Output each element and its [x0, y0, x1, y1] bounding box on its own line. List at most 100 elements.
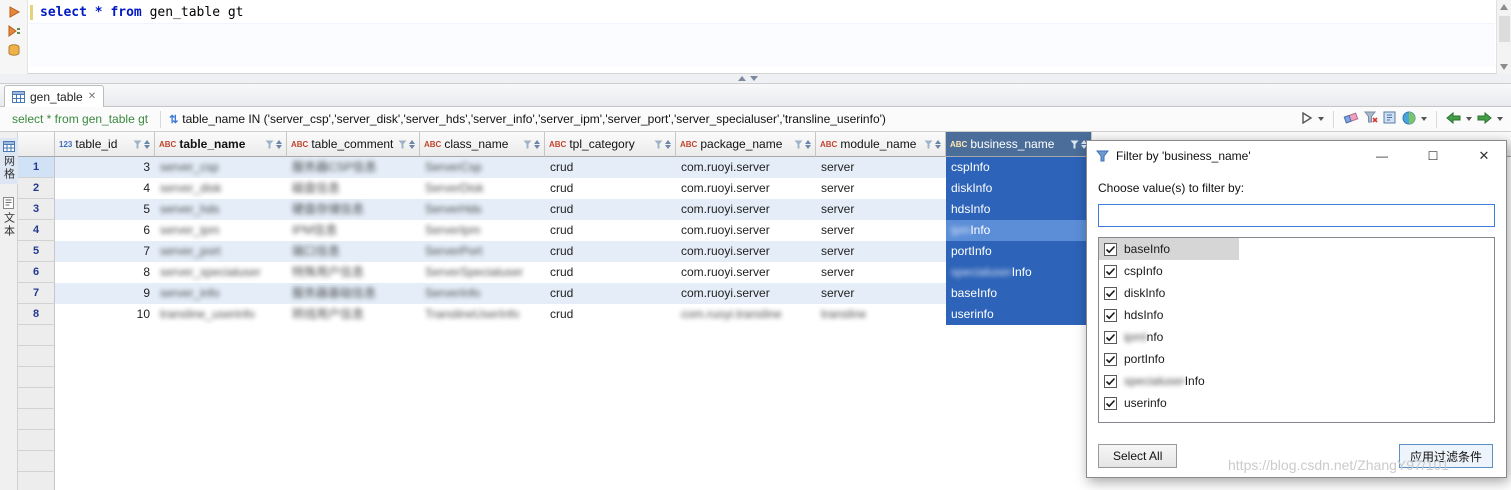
cell-table-name[interactable]: server_ipm — [155, 220, 287, 241]
splitter-grip[interactable] — [738, 76, 758, 81]
cell-package-name[interactable]: com.ruoyi.server — [676, 283, 816, 304]
cell-table-id[interactable]: 3 — [55, 157, 155, 178]
filter-value-item[interactable]: specialuserInfo — [1099, 370, 1494, 392]
cell-business-name[interactable]: cspInfo — [946, 157, 1092, 178]
cell-package-name[interactable]: com.ruoyi.server — [676, 262, 816, 283]
filter-value-item[interactable]: userinfo — [1099, 392, 1494, 414]
cell-table-comment[interactable]: 服务器CSP信息 — [287, 157, 420, 178]
row-number[interactable]: 7 — [18, 283, 55, 304]
cell-business-name[interactable]: hdsInfo — [946, 199, 1092, 220]
cell-tpl-category[interactable]: crud — [545, 157, 676, 178]
scroll-up-icon[interactable] — [1500, 4, 1508, 10]
row-number-empty[interactable] — [18, 388, 55, 409]
column-filter-icon[interactable] — [265, 139, 282, 149]
row-number[interactable]: 2 — [18, 178, 55, 199]
row-number[interactable]: 6 — [18, 262, 55, 283]
column-filter-icon[interactable] — [794, 139, 811, 149]
cell-tpl-category[interactable]: crud — [545, 304, 676, 325]
cell-module-name[interactable]: transline — [816, 304, 946, 325]
column-header-tpl_category[interactable]: ABC tpl_category — [545, 132, 676, 157]
column-header-table_comment[interactable]: ABC table_comment — [287, 132, 420, 157]
row-number[interactable]: 3 — [18, 199, 55, 220]
row-number-empty[interactable] — [18, 325, 55, 346]
cell-class-name[interactable]: ServerHds — [420, 199, 545, 220]
column-header-package_name[interactable]: ABC package_name — [676, 132, 816, 157]
close-button[interactable]: ✕ — [1462, 141, 1506, 171]
dialog-titlebar[interactable]: Filter by 'business_name' — ☐ ✕ — [1087, 141, 1506, 171]
column-filter-icon[interactable] — [1070, 139, 1087, 149]
row-number-empty[interactable] — [18, 409, 55, 430]
scroll-thumb[interactable] — [1499, 16, 1510, 42]
checkbox[interactable] — [1104, 242, 1117, 256]
cell-business-name[interactable]: baseInfo — [946, 283, 1092, 304]
row-number[interactable]: 5 — [18, 241, 55, 262]
panels-dropdown-icon[interactable] — [1421, 117, 1427, 121]
cell-table-comment[interactable]: 磁盘信息 — [287, 178, 420, 199]
filter-value-item[interactable]: portInfo — [1099, 348, 1494, 370]
column-sort-icon[interactable] — [144, 139, 150, 149]
collapse-up-icon[interactable] — [738, 76, 746, 81]
cell-table-name[interactable]: transline_userinfo — [155, 304, 287, 325]
cell-table-id[interactable]: 4 — [55, 178, 155, 199]
cell-business-name[interactable]: portInfo — [946, 241, 1092, 262]
row-number-empty[interactable] — [18, 472, 55, 490]
view-tab-text[interactable]: 文本 — [0, 194, 18, 241]
cell-module-name[interactable]: server — [816, 178, 946, 199]
row-number-empty[interactable] — [18, 346, 55, 367]
filter-value-input[interactable] — [1098, 204, 1495, 227]
cell-tpl-category[interactable]: crud — [545, 283, 676, 304]
cell-table-id[interactable]: 7 — [55, 241, 155, 262]
cell-class-name[interactable]: ServerDisk — [420, 178, 545, 199]
explain-plan-icon[interactable] — [7, 43, 21, 57]
cell-package-name[interactable]: com.ruoyi.server — [676, 157, 816, 178]
column-filter-icon[interactable] — [133, 139, 150, 149]
column-sort-icon[interactable] — [534, 139, 540, 149]
column-sort-icon[interactable] — [805, 139, 811, 149]
tab-gen-table[interactable]: gen_table ✕ — [4, 85, 105, 107]
cell-module-name[interactable]: server — [816, 199, 946, 220]
tab-close-icon[interactable]: ✕ — [88, 91, 96, 102]
cell-business-name[interactable]: userinfo — [946, 304, 1092, 325]
fetch-previous-icon[interactable] — [1446, 111, 1461, 127]
cell-tpl-category[interactable]: crud — [545, 220, 676, 241]
row-number-empty[interactable] — [18, 430, 55, 451]
cell-table-comment[interactable]: 服务器基础信息 — [287, 283, 420, 304]
cell-table-name[interactable]: server_csp — [155, 157, 287, 178]
filter-expression-input[interactable]: table_name IN ('server_csp','server_disk… — [182, 112, 1301, 126]
row-number-empty[interactable] — [18, 367, 55, 388]
checkbox[interactable] — [1104, 330, 1117, 344]
filter-value-item[interactable]: cspInfo — [1099, 260, 1494, 282]
cell-tpl-category[interactable]: crud — [545, 178, 676, 199]
cell-business-name[interactable]: ipmInfo — [946, 220, 1092, 241]
column-sort-icon[interactable] — [935, 139, 941, 149]
cell-package-name[interactable]: com.ruoyi.transline — [676, 304, 816, 325]
column-header-table_name[interactable]: ABC table_name — [155, 132, 287, 157]
editor-results-splitter[interactable] — [0, 74, 1511, 84]
collapse-down-icon[interactable] — [750, 76, 758, 81]
cell-package-name[interactable]: com.ruoyi.server — [676, 199, 816, 220]
column-sort-icon[interactable] — [409, 139, 415, 149]
cell-package-name[interactable]: com.ruoyi.server — [676, 241, 816, 262]
filter-value-item[interactable]: hdsInfo — [1099, 304, 1494, 326]
cell-module-name[interactable]: server — [816, 157, 946, 178]
select-all-button[interactable]: Select All — [1098, 444, 1178, 468]
cell-table-name[interactable]: server_port — [155, 241, 287, 262]
cell-tpl-category[interactable]: crud — [545, 262, 676, 283]
cell-table-comment[interactable]: IPM信息 — [287, 220, 420, 241]
checkbox[interactable] — [1104, 396, 1117, 410]
checkbox[interactable] — [1104, 374, 1117, 388]
cell-class-name[interactable]: ServerIpm — [420, 220, 545, 241]
checkbox[interactable] — [1104, 352, 1117, 366]
filter-value-item[interactable]: baseInfo — [1099, 238, 1494, 260]
cell-class-name[interactable]: ServerCsp — [420, 157, 545, 178]
cell-table-name[interactable]: server_info — [155, 283, 287, 304]
fetch-next-icon[interactable] — [1477, 111, 1492, 127]
column-header-module_name[interactable]: ABC module_name — [816, 132, 946, 157]
column-header-class_name[interactable]: ABC class_name — [420, 132, 545, 157]
cell-table-comment[interactable]: 端口信息 — [287, 241, 420, 262]
custom-filter-icon[interactable]: ⇅ — [169, 113, 178, 126]
run-statement-icon[interactable] — [7, 5, 21, 19]
cell-table-name[interactable]: server_disk — [155, 178, 287, 199]
fetch-previous-dropdown-icon[interactable] — [1466, 117, 1472, 121]
editor-scrollbar[interactable] — [1496, 0, 1511, 74]
